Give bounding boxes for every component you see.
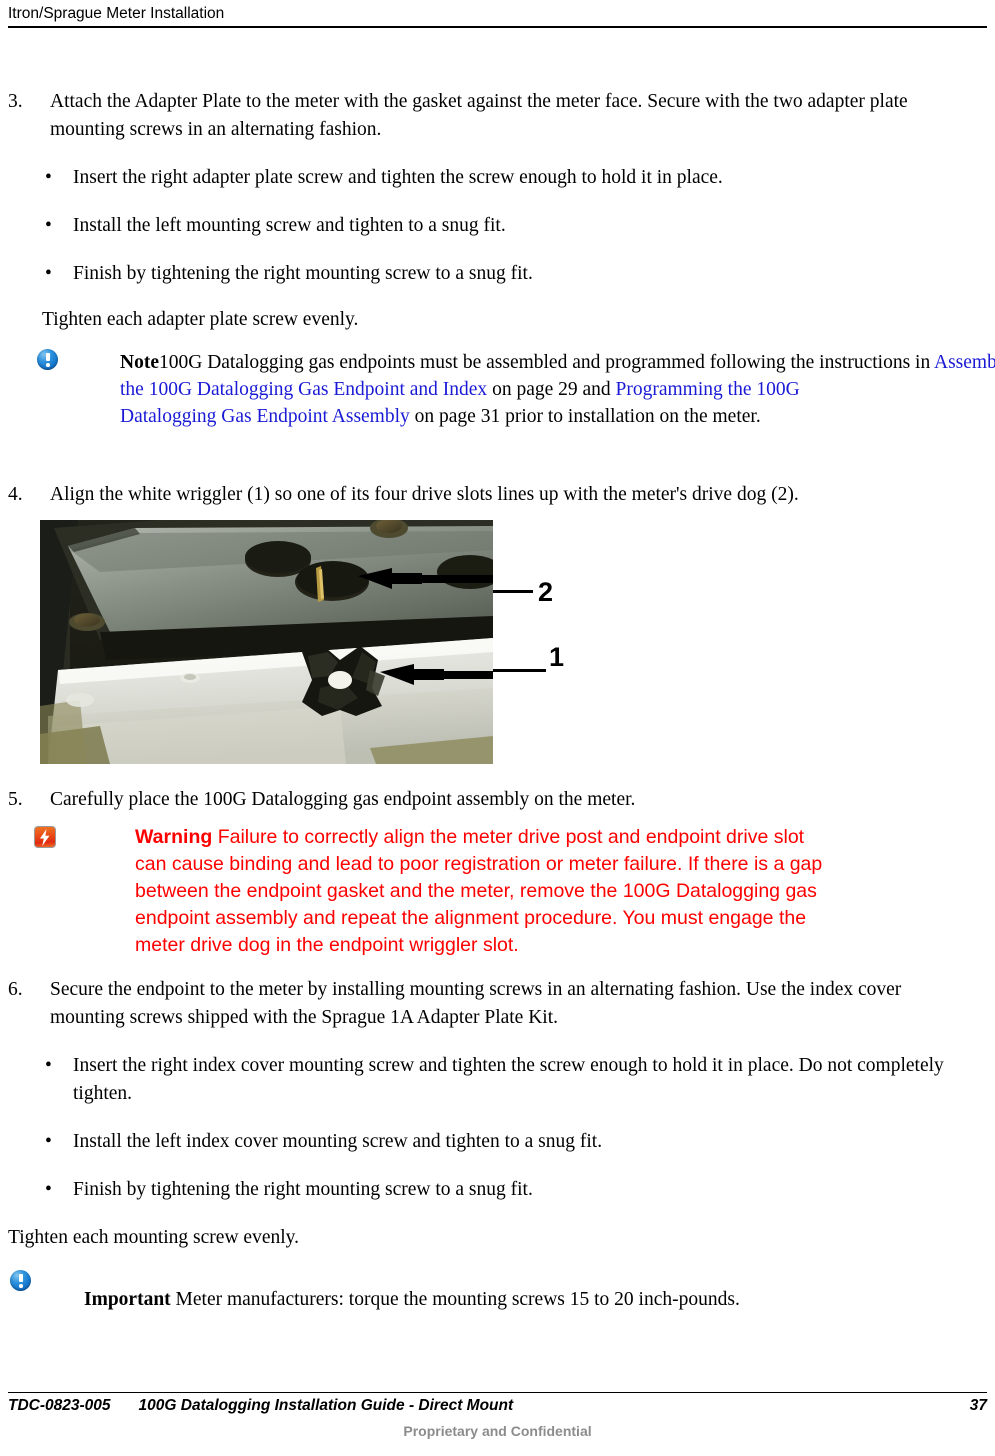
footer-page-number: 37 (969, 1397, 987, 1414)
list-item: • Insert the right index cover mounting … (0, 1052, 953, 1108)
footer-doc-number: TDC-0823-005 (8, 1397, 111, 1414)
note-text-3: on page 31 prior to installation on the … (409, 406, 761, 427)
important-callout: Important Meter manufacturers: torque th… (0, 1268, 995, 1310)
bullet-text: Install the left index cover mounting sc… (73, 1131, 603, 1152)
step-5: 5. Carefully place the 100G Datalogging … (8, 786, 953, 814)
bullet-text: Insert the right index cover mounting sc… (73, 1055, 944, 1104)
callout-leader-line-1 (493, 669, 546, 672)
callout-number-2: 2 (538, 577, 554, 607)
bullet-text: Install the left mounting screw and tigh… (73, 215, 506, 236)
footer-row: TDC-0823-005 100G Datalogging Installati… (8, 1397, 987, 1415)
step-3-number: 3. (8, 91, 23, 112)
step-6-number: 6. (8, 979, 23, 1000)
step-6-bullet-list: • Insert the right index cover mounting … (0, 1052, 995, 1204)
header-title: Itron/Sprague Meter Installation (8, 5, 225, 22)
note-text-1: 100G Datalogging gas endpoints must be a… (158, 352, 934, 373)
footer-confidentiality: Proprietary and Confidential (403, 1423, 592, 1439)
callout-number-1: 1 (549, 642, 565, 672)
page-header: Itron/Sprague Meter Installation (8, 4, 987, 28)
bullet-icon: • (45, 1055, 52, 1076)
list-item: • Insert the right adapter plate screw a… (0, 164, 953, 192)
page-footer: TDC-0823-005 100G Datalogging Installati… (8, 1392, 987, 1439)
photo-illustration (40, 520, 493, 764)
note-body: Note100G Datalogging gas endpoints must … (120, 349, 995, 430)
step-3: 3. Attach the Adapter Plate to the meter… (8, 88, 953, 144)
step-3-closing: Tighten each adapter plate screw evenly. (42, 309, 359, 330)
step-6: 6. Secure the endpoint to the meter by i… (8, 976, 953, 1032)
note-label: Note (120, 352, 159, 373)
step-3-bullet-list: • Insert the right adapter plate screw a… (0, 164, 995, 288)
important-text: Meter manufacturers: torque the mounting… (175, 1289, 740, 1310)
step-6-text: Secure the endpoint to the meter by inst… (50, 979, 902, 1028)
bullet-text: Finish by tightening the right mounting … (73, 1179, 533, 1200)
warning-body: Warning Failure to correctly align the m… (135, 824, 825, 959)
step-4-number: 4. (8, 484, 23, 505)
footer-rule (8, 1392, 987, 1393)
bullet-icon: • (45, 1179, 52, 1200)
callout-leader-line-2 (493, 590, 533, 593)
step-5-number: 5. (8, 789, 23, 810)
bullet-text: Finish by tightening the right mounting … (73, 263, 533, 284)
warning-text: Failure to correctly align the meter dri… (135, 826, 823, 956)
step-6-closing: Tighten each mounting screw evenly. (8, 1227, 299, 1248)
document-content: 3. Attach the Adapter Plate to the meter… (0, 88, 995, 1310)
header-rule (8, 26, 987, 28)
step-4: 4. Align the white wriggler (1) so one o… (8, 481, 953, 509)
list-item: • Install the left index cover mounting … (0, 1128, 953, 1156)
important-label: Important (84, 1289, 171, 1310)
bullet-text: Insert the right adapter plate screw and… (73, 167, 723, 188)
info-icon (37, 349, 59, 371)
note-text-2: on page 29 and (487, 379, 616, 400)
bullet-icon: • (45, 215, 52, 236)
photo-image (40, 520, 493, 764)
bullet-icon: • (45, 1131, 52, 1152)
meter-photo (40, 520, 493, 764)
step-3-text: Attach the Adapter Plate to the meter wi… (50, 91, 908, 140)
list-item: • Finish by tightening the right mountin… (0, 1176, 953, 1204)
footer-title: 100G Datalogging Installation Guide - Di… (138, 1397, 514, 1414)
warning-callout: Warning Failure to correctly align the m… (0, 824, 995, 964)
lightning-bolt-icon (34, 826, 56, 848)
bullet-icon: • (45, 263, 52, 284)
step-5-text: Carefully place the 100G Datalogging gas… (50, 789, 636, 810)
bullet-icon: • (45, 167, 52, 188)
info-icon (10, 1270, 32, 1292)
note-callout: Note100G Datalogging gas endpoints must … (0, 349, 995, 471)
warning-label: Warning (135, 826, 213, 848)
figure-wriggler-alignment: 2 1 (0, 520, 995, 768)
bolt-glyph (40, 829, 50, 846)
list-item: • Install the left mounting screw and ti… (0, 212, 953, 240)
step-4-text: Align the white wriggler (1) so one of i… (50, 484, 799, 505)
list-item: • Finish by tightening the right mountin… (0, 260, 953, 288)
important-body: Important Meter manufacturers: torque th… (84, 1268, 995, 1313)
